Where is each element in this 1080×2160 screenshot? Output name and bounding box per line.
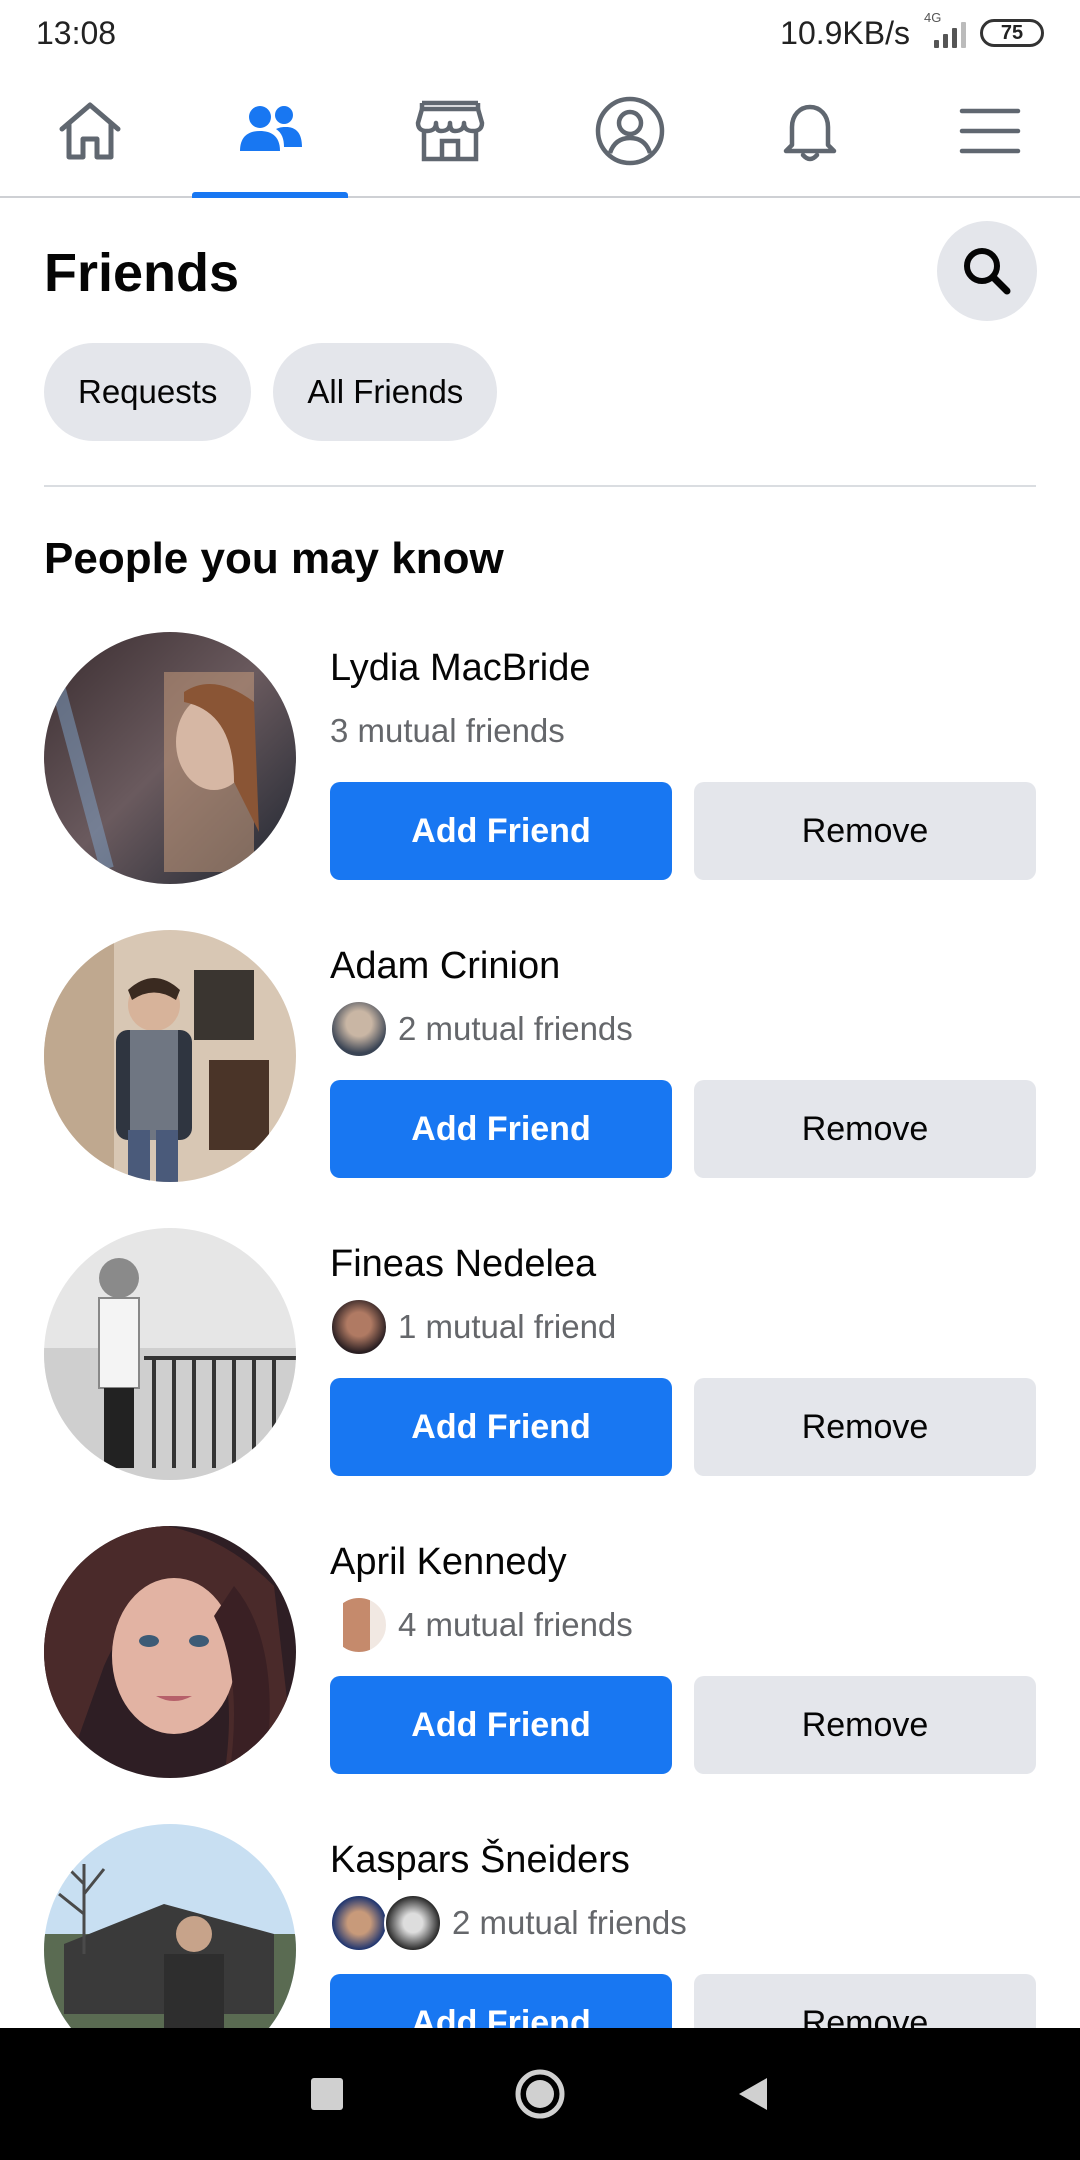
- avatar[interactable]: [44, 632, 296, 884]
- tab-marketplace[interactable]: [360, 66, 540, 196]
- menu-icon: [959, 108, 1021, 154]
- all-friends-chip[interactable]: All Friends: [273, 343, 498, 441]
- add-friend-button[interactable]: Add Friend: [330, 1676, 672, 1774]
- network-type: 4G: [924, 10, 942, 25]
- remove-button[interactable]: Remove: [694, 1676, 1036, 1774]
- mutual-friends[interactable]: 3 mutual friends: [330, 702, 565, 760]
- recents-icon: [310, 2078, 343, 2110]
- profile-icon: [595, 96, 665, 166]
- system-nav-bar: [0, 2028, 1080, 2160]
- mutual-friends[interactable]: 4 mutual friends: [330, 1596, 633, 1654]
- battery-level: 75: [1000, 21, 1024, 44]
- mutual-friends-count: 1 mutual friend: [398, 1308, 617, 1345]
- suggestion-card: Fineas Nedelea 1 mutual friend Add Frien…: [44, 1228, 1036, 1480]
- friends-screen: 13:08 10.9KB/s 4G 75 Friends Requests Al…: [0, 0, 1080, 2160]
- status-bar: 13:08 10.9KB/s 4G 75: [0, 0, 1080, 66]
- tab-notifications[interactable]: [720, 66, 900, 196]
- person-name[interactable]: Adam Crinion: [330, 942, 560, 990]
- remove-button[interactable]: Remove: [694, 782, 1036, 880]
- battery-icon: 75: [980, 19, 1044, 47]
- mutual-friends-count: 2 mutual friends: [452, 1904, 687, 1941]
- remove-button[interactable]: Remove: [694, 1080, 1036, 1178]
- search-icon: [964, 248, 1011, 295]
- requests-chip[interactable]: Requests: [44, 343, 252, 441]
- status-time: 13:08: [36, 14, 117, 51]
- mutual-avatar: [330, 1894, 388, 1952]
- suggestion-card: April Kennedy 4 mutual friends Add Frien…: [44, 1526, 1036, 1778]
- avatar[interactable]: [44, 1526, 296, 1778]
- status-indicators: 10.9KB/s 4G 75: [780, 10, 1044, 52]
- network-speed: 10.9KB/s: [780, 14, 910, 51]
- person-name[interactable]: Kaspars Šneiders: [330, 1836, 630, 1884]
- mutual-friends[interactable]: 2 mutual friends: [330, 1894, 687, 1952]
- divider: [44, 485, 1036, 487]
- mutual-avatars: [330, 1298, 388, 1356]
- mutual-avatar: [330, 1298, 388, 1356]
- mutual-friends-count: 2 mutual friends: [398, 1010, 633, 1047]
- mutual-avatar: [384, 1894, 442, 1952]
- notifications-icon: [783, 104, 837, 162]
- person-name[interactable]: Lydia MacBride: [330, 644, 591, 692]
- mutual-avatars: [330, 1894, 442, 1952]
- suggestion-card: Adam Crinion 2 mutual friends Add Friend…: [44, 930, 1036, 1182]
- marketplace-icon: [415, 100, 485, 162]
- suggestion-card: Lydia MacBride 3 mutual friends Add Frie…: [44, 632, 1036, 884]
- home-button[interactable]: [495, 2049, 585, 2139]
- recents-button[interactable]: [282, 2049, 372, 2139]
- mutual-avatars: [330, 1000, 388, 1058]
- remove-button[interactable]: Remove: [694, 1378, 1036, 1476]
- home-circle-icon: [515, 2069, 565, 2119]
- search-button[interactable]: [937, 221, 1037, 321]
- mutual-friends[interactable]: 1 mutual friend: [330, 1298, 616, 1356]
- mutual-avatar: [330, 1000, 388, 1058]
- person-name[interactable]: April Kennedy: [330, 1538, 567, 1586]
- avatar[interactable]: [44, 930, 296, 1182]
- friends-icon: [240, 106, 302, 151]
- mutual-friends-count: 3 mutual friends: [330, 712, 565, 749]
- mutual-avatars: [330, 1596, 388, 1654]
- avatar[interactable]: [44, 1228, 296, 1480]
- filter-chips: Requests All Friends: [44, 343, 498, 441]
- home-icon: [59, 102, 121, 160]
- person-name[interactable]: Fineas Nedelea: [330, 1240, 596, 1288]
- add-friend-button[interactable]: Add Friend: [330, 1080, 672, 1178]
- tab-profile[interactable]: [540, 66, 720, 196]
- top-nav: [0, 66, 1080, 198]
- mutual-friends-count: 4 mutual friends: [398, 1606, 633, 1643]
- signal-icon: 4G: [924, 10, 966, 48]
- add-friend-button[interactable]: Add Friend: [330, 1378, 672, 1476]
- back-button[interactable]: [708, 2049, 798, 2139]
- mutual-friends[interactable]: 2 mutual friends: [330, 1000, 633, 1058]
- mutual-avatar: [330, 1596, 388, 1654]
- page-title: Friends: [44, 243, 240, 303]
- tab-menu[interactable]: [900, 66, 1080, 196]
- back-icon: [739, 2078, 768, 2110]
- tab-home[interactable]: [0, 66, 180, 196]
- section-title: People you may know: [44, 534, 504, 583]
- add-friend-button[interactable]: Add Friend: [330, 782, 672, 880]
- tab-friends[interactable]: [180, 66, 360, 198]
